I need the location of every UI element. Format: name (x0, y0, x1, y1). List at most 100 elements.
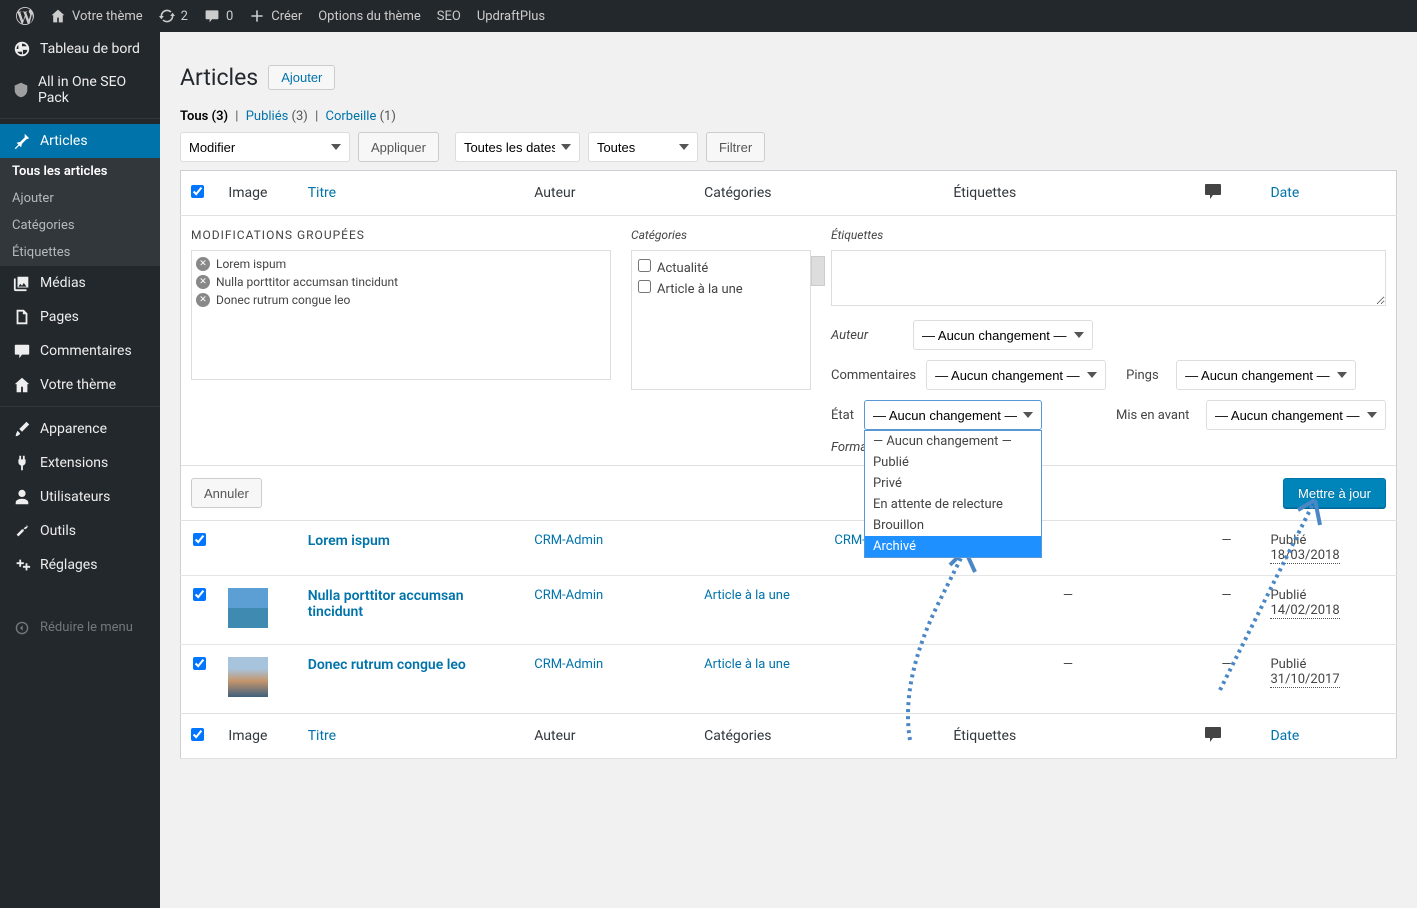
sidebar-sub-categories[interactable]: Catégories (0, 212, 160, 239)
status-option-archived[interactable]: Archivé (865, 536, 1041, 557)
updates-count: 2 (181, 9, 188, 24)
media-icon (12, 274, 32, 292)
tags-input[interactable] (831, 250, 1386, 306)
pings-label: Pings (1126, 368, 1166, 383)
col-date[interactable]: Date (1270, 728, 1299, 744)
comments-count: 0 (226, 9, 233, 24)
col-date[interactable]: Date (1270, 185, 1299, 201)
pings-select[interactable]: — Aucun changement — (1176, 360, 1356, 390)
sidebar-label: Tableau de bord (40, 41, 140, 57)
date-filter[interactable]: Toutes les dates (455, 132, 580, 162)
sidebar-item-aioseo[interactable]: All in One SEO Pack (0, 66, 160, 114)
sidebar-item-plugins[interactable]: Extensions (0, 446, 160, 480)
bulk-title-item: ✕Lorem ispum (196, 255, 606, 273)
sidebar-label: Outils (40, 523, 76, 539)
home-icon (50, 8, 66, 24)
post-tag-dash: — (943, 576, 1192, 645)
users-icon (12, 488, 32, 506)
remove-icon[interactable]: ✕ (196, 275, 210, 289)
updraftplus-link[interactable]: UpdraftPlus (469, 0, 553, 32)
sidebar-item-appearance[interactable]: Apparence (0, 412, 160, 446)
sidebar-sub-all-posts[interactable]: Tous les articles (0, 158, 160, 185)
collapse-label: Réduire le menu (40, 620, 133, 635)
col-title[interactable]: Titre (308, 728, 336, 744)
post-author-link[interactable]: CRM-Admin (534, 588, 603, 603)
status-option[interactable]: En attente de relecture (865, 494, 1041, 515)
post-title-link[interactable]: Lorem ispum (308, 533, 390, 549)
sidebar-sub-add[interactable]: Ajouter (0, 185, 160, 212)
col-comments[interactable] (1193, 714, 1261, 759)
add-new-button[interactable]: Ajouter (268, 65, 335, 90)
scrollbar-hint[interactable] (811, 256, 825, 286)
bulk-action-select[interactable]: Modifier (180, 132, 350, 162)
row-checkbox[interactable] (193, 657, 206, 670)
updates[interactable]: 2 (151, 0, 196, 32)
col-title[interactable]: Titre (308, 185, 336, 201)
sidebar-item-users[interactable]: Utilisateurs (0, 480, 160, 514)
admin-sidebar: Tableau de bord All in One SEO Pack Arti… (0, 32, 160, 908)
filter-all[interactable]: Tous (3) (180, 109, 228, 124)
bulk-titles-list: ✕Lorem ispum ✕Nulla porttitor accumsan t… (191, 250, 611, 380)
sidebar-item-dashboard[interactable]: Tableau de bord (0, 32, 160, 66)
post-comments-dash: — (1193, 521, 1261, 576)
post-author-link[interactable]: CRM-Admin (534, 533, 603, 548)
post-category-link[interactable]: Article à la une (704, 588, 790, 603)
filter-button[interactable]: Filtrer (706, 132, 765, 162)
post-category-link[interactable]: Article à la une (704, 657, 790, 672)
cat-option[interactable]: Article à la une (638, 278, 804, 299)
site-name[interactable]: Votre thème (42, 0, 151, 32)
remove-icon[interactable]: ✕ (196, 293, 210, 307)
apply-button[interactable]: Appliquer (358, 132, 439, 162)
settings-icon (12, 556, 32, 574)
categories-checklist: Actualité Article à la une (631, 250, 811, 390)
author-select[interactable]: — Aucun changement — (913, 320, 1093, 350)
post-title-link[interactable]: Nulla porttitor accumsan tincidunt (308, 588, 464, 620)
post-title-link[interactable]: Donec rutrum congue leo (308, 657, 466, 673)
cancel-button[interactable]: Annuler (191, 478, 262, 508)
admin-bar: Votre thème 2 0 Créer Options du thème S… (0, 0, 1417, 32)
cat-option[interactable]: Actualité (638, 257, 804, 278)
post-author-link[interactable]: CRM-Admin (534, 657, 603, 672)
sidebar-item-theme[interactable]: Votre thème (0, 368, 160, 402)
new-content[interactable]: Créer (241, 0, 310, 32)
sidebar-label: Réglages (40, 557, 97, 573)
sidebar-item-tools[interactable]: Outils (0, 514, 160, 548)
col-tags: Étiquettes (943, 171, 1192, 216)
table-row: Nulla porttitor accumsan tincidunt CRM-A… (181, 576, 1397, 645)
comments[interactable]: 0 (196, 0, 241, 32)
sidebar-item-comments[interactable]: Commentaires (0, 334, 160, 368)
row-checkbox[interactable] (193, 533, 206, 546)
category-filter[interactable]: Toutes (588, 132, 698, 162)
filter-published[interactable]: Publiés (3) (246, 109, 308, 124)
status-option[interactable]: Brouillon (865, 515, 1041, 536)
col-image: Image (218, 714, 297, 759)
plus-icon (249, 8, 265, 24)
sidebar-item-posts[interactable]: Articles (0, 124, 160, 158)
theme-options[interactable]: Options du thème (310, 0, 429, 32)
status-select[interactable]: — Aucun changement — (864, 400, 1042, 430)
sidebar-item-settings[interactable]: Réglages (0, 548, 160, 582)
remove-icon[interactable]: ✕ (196, 257, 210, 271)
sticky-select[interactable]: — Aucun changement — (1206, 400, 1386, 430)
update-button[interactable]: Mettre à jour (1283, 478, 1386, 508)
status-option[interactable]: Publié (865, 452, 1041, 473)
wp-logo[interactable] (8, 0, 42, 32)
collapse-menu[interactable]: Réduire le menu (0, 612, 160, 643)
col-image: Image (218, 171, 297, 216)
comments-select[interactable]: — Aucun changement — (926, 360, 1106, 390)
status-option[interactable]: Privé (865, 473, 1041, 494)
sidebar-item-pages[interactable]: Pages (0, 300, 160, 334)
status-option[interactable]: — Aucun changement — (865, 431, 1041, 452)
post-status: Publié (1270, 533, 1306, 548)
select-all-top[interactable] (191, 185, 204, 198)
dashboard-icon (12, 40, 32, 58)
select-all-bottom[interactable] (191, 728, 204, 741)
sidebar-sub-tags[interactable]: Étiquettes (0, 239, 160, 266)
seo-link[interactable]: SEO (429, 0, 469, 32)
filter-trash[interactable]: Corbeille (1) (326, 109, 396, 124)
status-label: État (831, 408, 854, 423)
post-date: 18/03/2018 (1270, 548, 1339, 564)
row-checkbox[interactable] (193, 588, 206, 601)
col-comments[interactable] (1193, 171, 1261, 216)
sidebar-item-media[interactable]: Médias (0, 266, 160, 300)
